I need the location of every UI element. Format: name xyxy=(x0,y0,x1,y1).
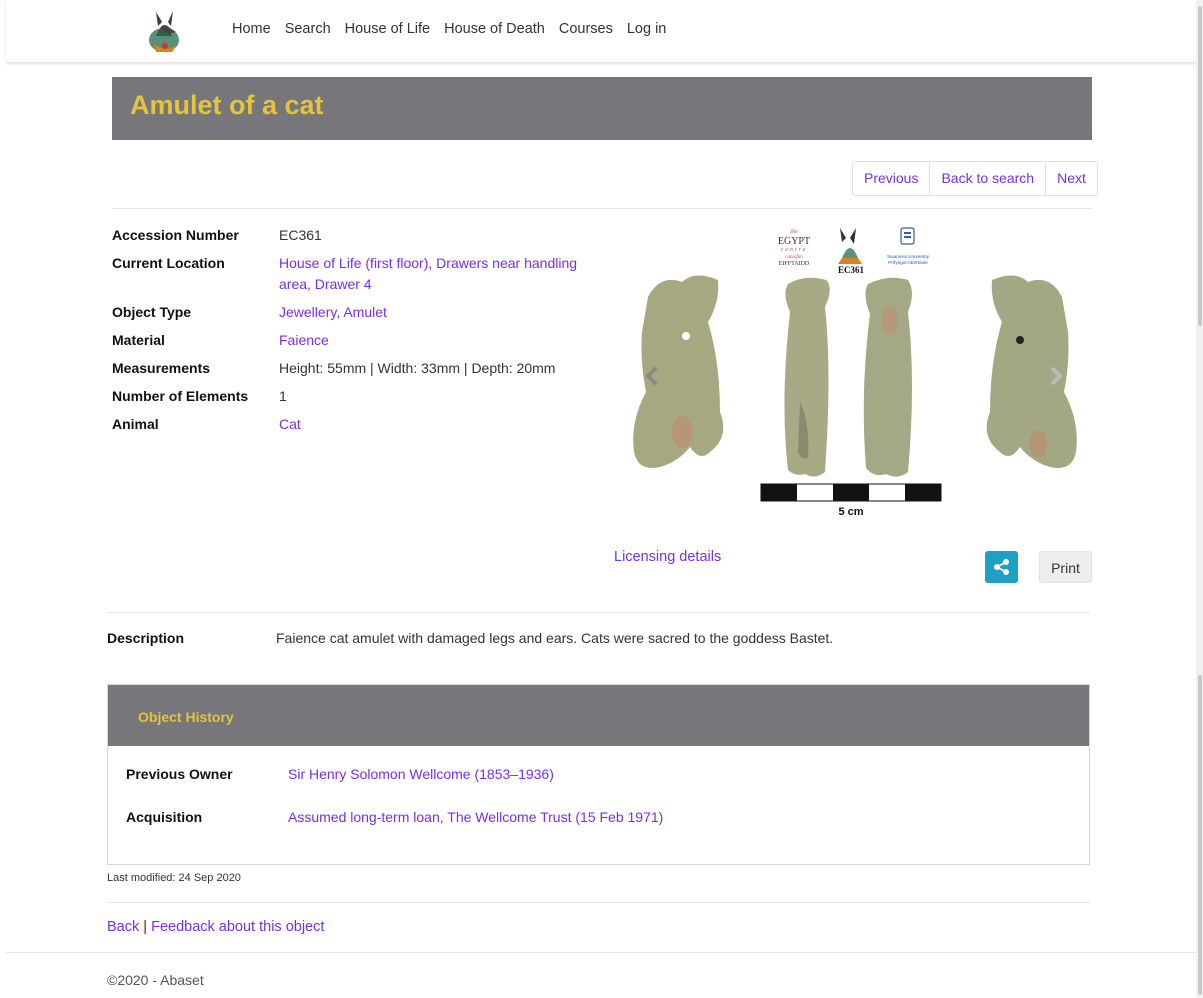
top-navbar: Home Search House of Life House of Death… xyxy=(6,0,1196,63)
detail-label: Current Location xyxy=(112,255,225,271)
last-modified: Last modified: 24 Sep 2020 xyxy=(107,872,241,884)
egypt-centre-logo: the EGYPT centre canolfan EIFFTAIDD xyxy=(778,229,810,267)
acquisition-link[interactable]: Assumed long-term loan, The Wellcome Tru… xyxy=(288,809,663,825)
nav-courses[interactable]: Courses xyxy=(559,21,613,37)
detail-row-object-type: Object Type Jewellery, Amulet xyxy=(112,302,602,323)
previous-owner-link[interactable]: Sir Henry Solomon Wellcome (1853–1936) xyxy=(288,766,554,782)
detail-row-measurements: Measurements Height: 55mm | Width: 33mm … xyxy=(112,358,602,379)
detail-row-material: Material Faience xyxy=(112,330,602,351)
scrollbar-thumb[interactable] xyxy=(1198,6,1202,326)
nav-house-of-life[interactable]: House of Life xyxy=(345,21,430,37)
object-image-carousel[interactable]: the EGYPT centre canolfan EIFFTAIDD EC36… xyxy=(620,222,1090,522)
nav-home[interactable]: Home xyxy=(232,21,271,37)
back-link[interactable]: Back xyxy=(107,919,139,935)
back-to-search-button[interactable]: Back to search xyxy=(929,162,1045,195)
footer-divider xyxy=(6,952,1196,953)
detail-label: Material xyxy=(112,332,165,348)
anubis-small-icon xyxy=(838,228,862,264)
detail-label: Animal xyxy=(112,416,159,432)
university-text-2: Prifysgol Abertawe xyxy=(888,260,928,266)
detail-value-elements: 1 xyxy=(279,388,287,404)
egypt-centre-top-text: the xyxy=(790,229,798,235)
main-nav: Home Search House of Life House of Death… xyxy=(232,21,666,37)
previous-owner-label: Previous Owner xyxy=(126,766,233,782)
feedback-link[interactable]: Feedback about this object xyxy=(151,919,324,935)
nav-search[interactable]: Search xyxy=(285,21,331,37)
record-pager: Previous Back to search Next xyxy=(852,161,1098,196)
object-history-header: Object History xyxy=(108,685,1089,746)
scrollbar-thumb-lower[interactable] xyxy=(1198,675,1202,995)
divider xyxy=(107,612,1090,613)
history-row-acquisition: Acquisition Assumed long-term loan, The … xyxy=(126,809,663,825)
detail-label: Measurements xyxy=(112,360,211,376)
object-type-link[interactable]: Jewellery, Amulet xyxy=(279,304,387,320)
detail-label: Number of Elements xyxy=(112,388,249,404)
swansea-university-logo: Swansea University Prifysgol Abertawe xyxy=(887,227,930,266)
acquisition-label: Acquisition xyxy=(126,809,203,825)
anubis-logo-icon[interactable] xyxy=(144,8,184,54)
detail-row-elements: Number of Elements 1 xyxy=(112,386,602,407)
page-title-bar: Amulet of a cat xyxy=(112,77,1092,140)
copyright: ©2020 - Abaset xyxy=(107,972,204,988)
scale-bar: 5 cm xyxy=(760,483,942,518)
history-row-owner: Previous Owner Sir Henry Solomon Wellcom… xyxy=(126,766,554,782)
divider xyxy=(112,208,1092,209)
egypt-centre-text-2: centre xyxy=(781,247,808,253)
egypt-centre-text: EGYPT xyxy=(778,236,810,247)
object-history-panel: Object History Previous Owner Sir Henry … xyxy=(107,684,1090,865)
detail-row-location: Current Location House of Life (first fl… xyxy=(112,253,602,295)
detail-row-accession: Accession Number EC361 xyxy=(112,225,602,246)
amulet-photo xyxy=(633,275,1077,477)
object-details: Accession Number EC361 Current Location … xyxy=(112,225,602,442)
scale-label: 5 cm xyxy=(838,506,863,518)
previous-button[interactable]: Previous xyxy=(853,162,929,195)
page-title: Amulet of a cat xyxy=(130,90,324,120)
share-icon xyxy=(994,559,1009,575)
link-separator: | xyxy=(143,919,148,935)
next-button[interactable]: Next xyxy=(1045,162,1097,195)
material-link[interactable]: Faience xyxy=(279,332,329,348)
detail-value-measurements: Height: 55mm | Width: 33mm | Depth: 20mm xyxy=(279,360,556,376)
image-accession-label: EC361 xyxy=(838,265,865,275)
egypt-centre-text-3: canolfan xyxy=(785,255,803,260)
nav-house-of-death[interactable]: House of Death xyxy=(444,21,545,37)
detail-label: Accession Number xyxy=(112,227,239,243)
detail-value-accession: EC361 xyxy=(279,227,322,243)
egypt-centre-text-4: EIFFTAIDD xyxy=(779,261,810,267)
detail-row-animal: Animal Cat xyxy=(112,414,602,435)
object-history-title: Object History xyxy=(138,709,234,725)
animal-link[interactable]: Cat xyxy=(279,416,301,432)
location-link[interactable]: House of Life (first floor), Drawers nea… xyxy=(279,255,577,292)
share-button[interactable] xyxy=(985,551,1018,583)
description-label: Description xyxy=(107,630,185,646)
nav-log-in[interactable]: Log in xyxy=(627,21,667,37)
university-text: Swansea University xyxy=(887,254,930,260)
description-text: Faience cat amulet with damaged legs and… xyxy=(276,630,834,646)
divider xyxy=(107,902,1090,903)
footer-links: Back | Feedback about this object xyxy=(107,919,324,935)
print-button[interactable]: Print xyxy=(1039,551,1092,583)
detail-label: Object Type xyxy=(112,304,192,320)
licensing-details-link[interactable]: Licensing details xyxy=(614,549,721,565)
